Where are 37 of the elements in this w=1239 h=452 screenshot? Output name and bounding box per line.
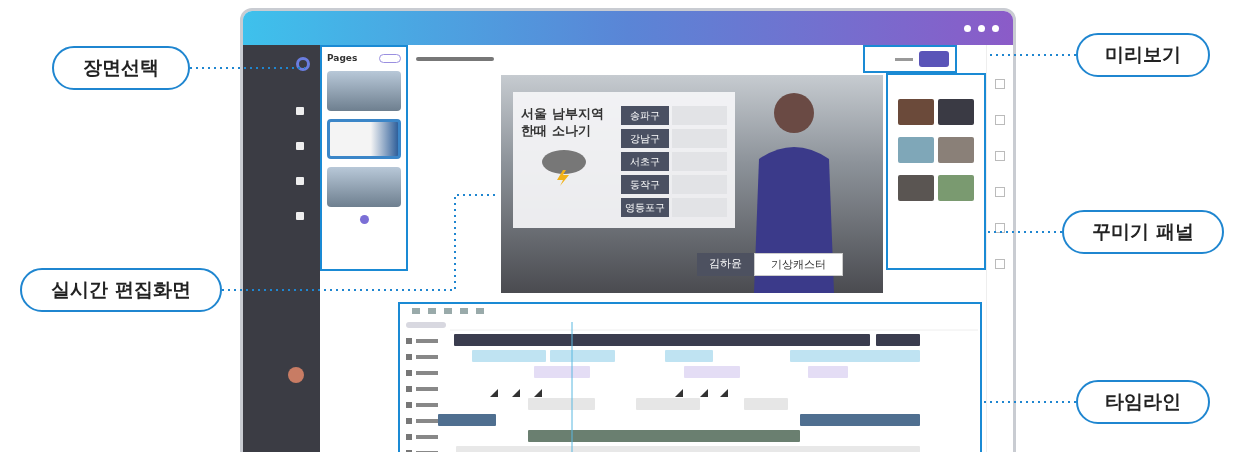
weather-headline: 서울 남부지역 한때 소나기 [521, 106, 605, 140]
callout-label: 타임라인 [1076, 380, 1210, 424]
tool-icon[interactable] [995, 187, 1005, 197]
tool-icon[interactable] [995, 151, 1005, 161]
district-label: 서초구 [621, 152, 669, 171]
tool-icon[interactable] [995, 223, 1005, 233]
image-thumbnail[interactable] [898, 175, 934, 201]
image-thumbnail[interactable] [938, 99, 974, 125]
window-dot [992, 24, 999, 32]
district-label: 동작구 [621, 175, 669, 194]
callout-label: 장면선택 [52, 46, 190, 90]
district-label: 송파구 [621, 106, 669, 125]
image-thumbnail[interactable] [898, 137, 934, 163]
window-dot [978, 24, 985, 32]
image-thumbnail[interactable] [938, 175, 974, 201]
scene-thumbnail[interactable] [327, 119, 401, 159]
district-label: 영등포구 [621, 198, 669, 217]
tool-icon[interactable] [995, 259, 1005, 269]
panel-title: Pages [327, 53, 358, 63]
image-thumbnail[interactable] [938, 137, 974, 163]
window-dot [964, 24, 971, 32]
logo-icon [296, 57, 310, 71]
scene-thumbnail[interactable] [327, 167, 401, 207]
callout-label: 실시간 편집화면 [20, 268, 222, 312]
image-thumbnail[interactable] [898, 99, 934, 125]
avatar[interactable] [288, 367, 304, 383]
callout-label: 미리보기 [1076, 33, 1210, 77]
presenter-name: 김하윤 [697, 253, 754, 276]
district-label: 강남구 [621, 129, 669, 148]
presenter-role: 기상캐스터 [754, 253, 843, 276]
scene-thumbnail[interactable] [327, 71, 401, 111]
callout-label: 꾸미기 패널 [1062, 210, 1224, 254]
tool-icon[interactable] [995, 79, 1005, 89]
add-icon[interactable] [359, 215, 369, 224]
toolbar-link[interactable] [895, 57, 913, 61]
tool-icon[interactable] [995, 115, 1005, 125]
preview-button[interactable] [919, 51, 949, 67]
